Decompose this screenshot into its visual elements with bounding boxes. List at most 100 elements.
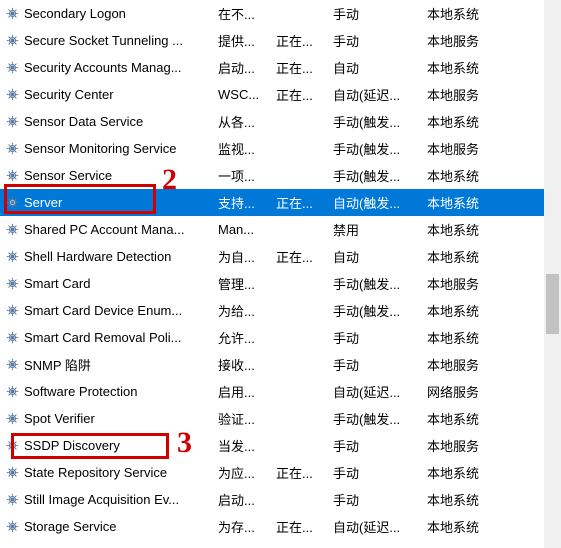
service-logon-as: 本地系统 bbox=[427, 193, 537, 212]
service-name-cell[interactable]: Software Protection bbox=[0, 384, 218, 400]
service-name: Secondary Logon bbox=[24, 6, 214, 21]
service-row[interactable]: SSDP Discovery当发...手动本地服务 bbox=[0, 432, 561, 459]
service-row[interactable]: Server支持...正在...自动(触发...本地系统 bbox=[0, 189, 561, 216]
service-name-cell[interactable]: Storage Service bbox=[0, 519, 218, 535]
service-startup-type: 手动(触发... bbox=[333, 274, 427, 293]
service-description: 提供... bbox=[218, 31, 276, 50]
service-row[interactable]: Sensor Monitoring Service监视...手动(触发...本地… bbox=[0, 135, 561, 162]
vertical-scrollbar[interactable] bbox=[544, 0, 561, 548]
service-row[interactable]: Shared PC Account Mana...Man...禁用本地系统 bbox=[0, 216, 561, 243]
service-name-cell[interactable]: Spot Verifier bbox=[0, 411, 218, 427]
service-name: Smart Card Removal Poli... bbox=[24, 330, 214, 345]
service-row[interactable]: State Repository Service为应...正在...手动本地系统 bbox=[0, 459, 561, 486]
service-name-cell[interactable]: Shell Hardware Detection bbox=[0, 249, 218, 265]
service-startup-type: 手动 bbox=[333, 355, 427, 374]
scrollbar-track[interactable] bbox=[546, 17, 559, 531]
service-name: Sensor Data Service bbox=[24, 114, 214, 129]
gear-icon bbox=[4, 114, 20, 130]
service-row[interactable]: Smart Card Device Enum...为给...手动(触发...本地… bbox=[0, 297, 561, 324]
service-startup-type: 手动(触发... bbox=[333, 112, 427, 131]
gear-icon bbox=[4, 465, 20, 481]
service-name-cell[interactable]: Secondary Logon bbox=[0, 6, 218, 22]
service-row[interactable]: Sensor Data Service从各...手动(触发...本地系统 bbox=[0, 108, 561, 135]
service-description: 为给... bbox=[218, 301, 276, 320]
service-row[interactable]: Smart Card 管理... 手动(触发...本地服务 bbox=[0, 270, 561, 297]
service-row[interactable]: Sensor Service一项...手动(触发...本地系统 bbox=[0, 162, 561, 189]
service-startup-type: 自动(延迟... bbox=[333, 517, 427, 536]
service-description: 在不... bbox=[218, 4, 276, 23]
service-row[interactable]: Secondary Logon在不...手动本地系统 bbox=[0, 0, 561, 27]
service-name-cell[interactable]: Security Center bbox=[0, 87, 218, 103]
service-name: Security Accounts Manag... bbox=[24, 60, 214, 75]
service-name: Sensor Service bbox=[24, 168, 214, 183]
service-description: Man... bbox=[218, 222, 276, 237]
service-startup-type: 手动 bbox=[333, 31, 427, 50]
service-startup-type: 手动(触发... bbox=[333, 301, 427, 320]
service-row[interactable]: Software Protection启用...自动(延迟...网络服务 bbox=[0, 378, 561, 405]
service-row[interactable]: Shell Hardware Detection为自...正在...自动本地系统 bbox=[0, 243, 561, 270]
service-name: Secure Socket Tunneling ... bbox=[24, 33, 214, 48]
service-logon-as: 网络服务 bbox=[427, 382, 537, 401]
service-row[interactable]: Storage Service为存...正在...自动(延迟...本地系统 bbox=[0, 513, 561, 540]
gear-icon bbox=[4, 438, 20, 454]
service-description: 启动... bbox=[218, 490, 276, 509]
service-description: 启动... bbox=[218, 58, 276, 77]
service-logon-as: 本地服务 bbox=[427, 274, 537, 293]
service-description: 当发... bbox=[218, 436, 276, 455]
service-description: 接收... bbox=[218, 355, 276, 374]
service-status: 正在... bbox=[276, 193, 333, 212]
service-name-cell[interactable]: SNMP 陷阱 bbox=[0, 355, 218, 374]
service-description: 验证... bbox=[218, 409, 276, 428]
service-status: 正在... bbox=[276, 31, 333, 50]
service-status: 正在... bbox=[276, 85, 333, 104]
service-name-cell[interactable]: Server bbox=[0, 195, 218, 211]
service-name-cell[interactable]: Sensor Data Service bbox=[0, 114, 218, 130]
gear-icon bbox=[4, 6, 20, 22]
service-row[interactable]: SNMP 陷阱接收... 手动本地服务 bbox=[0, 351, 561, 378]
service-startup-type: 手动 bbox=[333, 328, 427, 347]
service-logon-as: 本地系统 bbox=[427, 409, 537, 428]
service-name: Smart Card bbox=[24, 276, 214, 291]
service-name-cell[interactable]: State Repository Service bbox=[0, 465, 218, 481]
service-logon-as: 本地服务 bbox=[427, 31, 537, 50]
service-row[interactable]: Spot Verifier验证... 手动(触发...本地系统 bbox=[0, 405, 561, 432]
scrollbar-thumb[interactable] bbox=[546, 274, 559, 334]
service-name: Shared PC Account Mana... bbox=[24, 222, 214, 237]
service-name: Smart Card Device Enum... bbox=[24, 303, 214, 318]
service-startup-type: 手动(触发... bbox=[333, 409, 427, 428]
service-row[interactable]: Smart Card Removal Poli...允许...手动本地系统 bbox=[0, 324, 561, 351]
service-description: 从各... bbox=[218, 112, 276, 131]
service-name-cell[interactable]: Security Accounts Manag... bbox=[0, 60, 218, 76]
gear-icon bbox=[4, 87, 20, 103]
gear-icon bbox=[4, 384, 20, 400]
service-name-cell[interactable]: Shared PC Account Mana... bbox=[0, 222, 218, 238]
service-row[interactable]: Security Accounts Manag...启动...正在...自动本地… bbox=[0, 54, 561, 81]
service-status: 正在... bbox=[276, 58, 333, 77]
service-startup-type: 自动(延迟... bbox=[333, 382, 427, 401]
service-name-cell[interactable]: Smart Card bbox=[0, 276, 218, 292]
gear-icon bbox=[4, 411, 20, 427]
service-logon-as: 本地系统 bbox=[427, 463, 537, 482]
service-row[interactable]: Secure Socket Tunneling ... 提供...正在...手动本… bbox=[0, 27, 561, 54]
service-name-cell[interactable]: Sensor Service bbox=[0, 168, 218, 184]
service-name-cell[interactable]: Sensor Monitoring Service bbox=[0, 141, 218, 157]
service-logon-as: 本地系统 bbox=[427, 166, 537, 185]
service-status: 正在... bbox=[276, 517, 333, 536]
service-name-cell[interactable]: Smart Card Device Enum... bbox=[0, 303, 218, 319]
service-name-cell[interactable]: Still Image Acquisition Ev... bbox=[0, 492, 218, 508]
service-name: Still Image Acquisition Ev... bbox=[24, 492, 214, 507]
service-startup-type: 手动(触发... bbox=[333, 139, 427, 158]
service-row[interactable]: Still Image Acquisition Ev...启动...手动本地系统 bbox=[0, 486, 561, 513]
service-name-cell[interactable]: SSDP Discovery bbox=[0, 438, 218, 454]
service-name-cell[interactable]: Smart Card Removal Poli... bbox=[0, 330, 218, 346]
service-logon-as: 本地服务 bbox=[427, 355, 537, 374]
service-description: 管理... bbox=[218, 274, 276, 293]
service-startup-type: 自动 bbox=[333, 247, 427, 266]
service-description: 为自... bbox=[218, 247, 276, 266]
service-name: SNMP 陷阱 bbox=[24, 355, 214, 374]
service-row[interactable]: Security CenterWSC...正在...自动(延迟...本地服务 bbox=[0, 81, 561, 108]
service-name: Shell Hardware Detection bbox=[24, 249, 214, 264]
services-list[interactable]: Secondary Logon在不...手动本地系统Secure Socket … bbox=[0, 0, 561, 540]
service-name-cell[interactable]: Secure Socket Tunneling ... bbox=[0, 33, 218, 49]
service-description: 支持... bbox=[218, 193, 276, 212]
